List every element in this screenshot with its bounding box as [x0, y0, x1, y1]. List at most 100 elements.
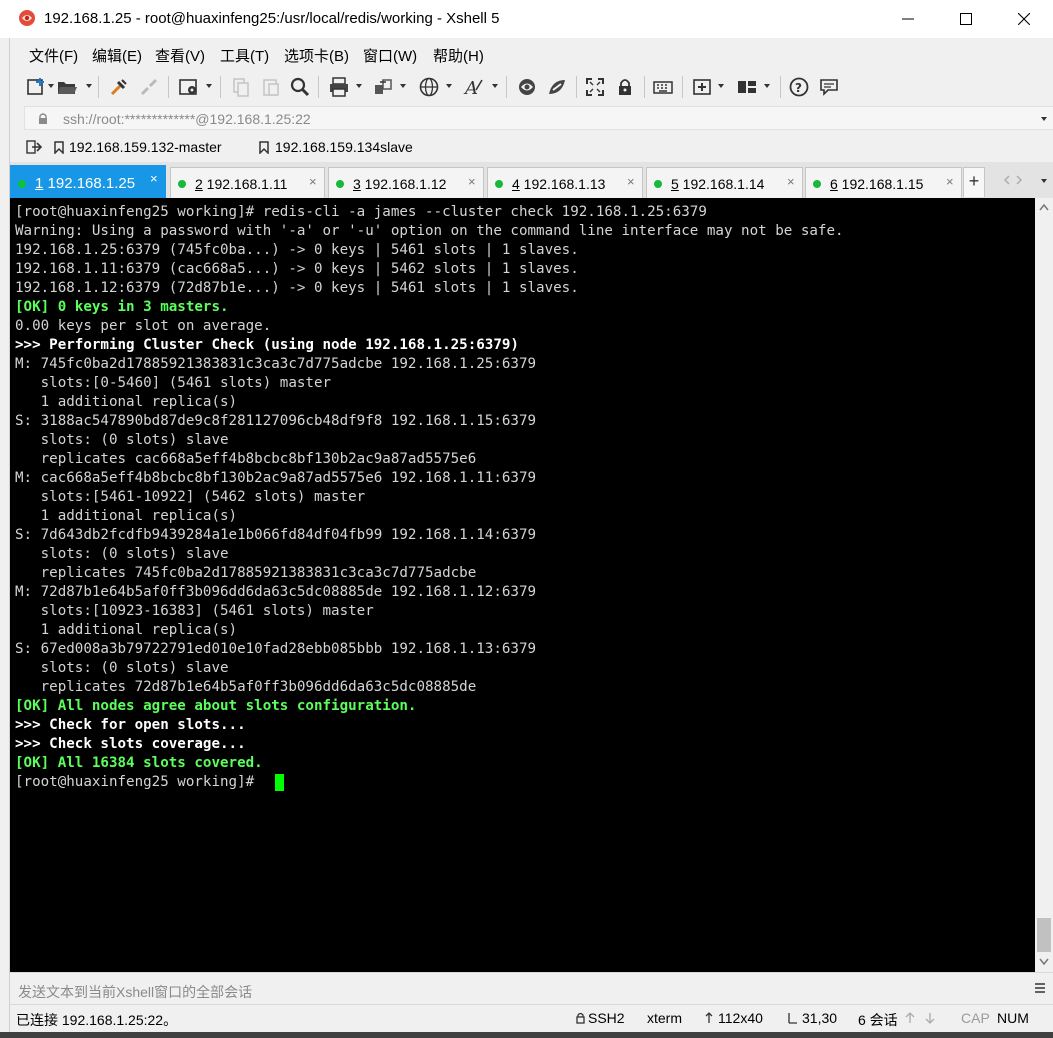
links-bar: 192.168.159.132-master 192.168.159.134sl…	[10, 132, 1053, 162]
terminal-line: S: 67ed008a3b79722791ed010e10fad28ebb085…	[15, 641, 537, 657]
disconnect-icon[interactable]	[138, 76, 160, 98]
tab-session-2[interactable]: 2 192.168.1.11 ×	[170, 167, 325, 198]
terminal-line: [root@huaxinfeng25 working]# redis-cli -…	[15, 204, 707, 220]
terminal-line: M: 745fc0ba2d17885921383831c3ca3c7d775ad…	[15, 356, 537, 372]
links-arrow-icon[interactable]	[26, 140, 42, 154]
terminal-line: [OK] All 16384 slots covered.	[15, 755, 263, 771]
font-icon[interactable]: A	[462, 76, 484, 98]
compose-bar: 发送文本到当前Xshell窗口的全部会话	[10, 972, 1053, 1004]
connected-dot-icon	[336, 180, 344, 188]
tab-close-icon[interactable]: ×	[309, 174, 317, 189]
terminal-line: Warning: Using a password with '-a' or '…	[15, 223, 844, 239]
maximize-button[interactable]	[937, 0, 995, 38]
tab-session-1[interactable]: 1 192.168.1.25 ×	[10, 165, 166, 198]
connect-icon[interactable]	[108, 76, 130, 98]
tab-label: 192.168.1.15	[837, 176, 924, 192]
scroll-down-arrow-icon[interactable]	[1039, 958, 1049, 965]
compose-placeholder: 发送文本到当前Xshell窗口的全部会话	[18, 984, 253, 1000]
menu-file[interactable]: 文件(F)	[29, 45, 78, 66]
terminal-line: slots:[5461-10922] (5462 slots) master	[15, 489, 366, 505]
terminal-line: [OK] 0 keys in 3 masters.	[15, 299, 229, 315]
close-window-button[interactable]	[995, 0, 1053, 38]
tab-label: 192.168.1.11	[202, 176, 288, 192]
link-master[interactable]: 192.168.159.132-master	[69, 139, 222, 155]
menu-help[interactable]: 帮助(H)	[433, 45, 484, 66]
tab-list-dropdown-icon[interactable]	[1041, 179, 1047, 183]
terminal-line: replicates 72d87b1e64b5af0ff3b096dd6da63…	[15, 679, 477, 695]
link-slave[interactable]: 192.168.159.134slave	[275, 139, 413, 155]
bookmark-icon	[259, 141, 269, 154]
compose-menu-icon[interactable]	[1034, 983, 1046, 993]
lock-icon[interactable]	[614, 76, 636, 98]
paste-icon[interactable]	[260, 76, 282, 98]
tab-scroll-arrows-icon[interactable]	[1003, 175, 1027, 185]
tab-session-4[interactable]: 4 192.168.1.13 ×	[487, 167, 643, 198]
status-bar: 已连接 192.168.1.25:22。 SSH2 xterm 112x40 3…	[10, 1004, 1053, 1032]
xmanager-icon[interactable]	[546, 76, 568, 98]
tab-label: 192.168.1.14	[678, 176, 765, 192]
close-icon	[1018, 13, 1030, 25]
tab-session-6[interactable]: 6 192.168.1.15 ×	[805, 167, 962, 198]
scroll-up-arrow-icon[interactable]	[1039, 204, 1049, 211]
maximize-icon	[960, 13, 972, 25]
svg-text:?: ?	[795, 81, 802, 95]
address-dropdown-icon[interactable]	[1041, 117, 1047, 121]
terminal-line: >>> Check slots coverage...	[15, 736, 246, 752]
tab-number: 4	[512, 176, 520, 192]
connected-dot-icon	[813, 180, 821, 188]
xshell-window: 192.168.1.25 - root@huaxinfeng25:/usr/lo…	[0, 0, 1053, 1038]
print-icon[interactable]	[328, 76, 350, 98]
transfer-icon[interactable]	[372, 76, 394, 98]
terminal-line: M: 72d87b1e64b5af0ff3b096dd6da63c5dc0888…	[15, 584, 537, 600]
menu-view[interactable]: 查看(V)	[155, 45, 205, 66]
terminal-output[interactable]: [root@huaxinfeng25 working]# redis-cli -…	[10, 198, 1035, 972]
compose-icon[interactable]	[692, 76, 714, 98]
scroll-thumb[interactable]	[1037, 918, 1051, 952]
tab-label: 192.168.1.25	[43, 175, 136, 192]
menu-bar: 文件(F) 编辑(E) 查看(V) 工具(T) 选项卡(B) 窗口(W) 帮助(…	[10, 38, 1053, 70]
terminal-line: 1 additional replica(s)	[15, 622, 238, 638]
new-session-icon[interactable]	[26, 76, 48, 98]
tab-close-icon[interactable]: ×	[627, 174, 635, 189]
tab-close-icon[interactable]: ×	[468, 174, 476, 189]
fullscreen-icon[interactable]	[584, 76, 606, 98]
connection-status: 已连接 192.168.1.25:22。	[16, 1012, 178, 1028]
menu-tools[interactable]: 工具(T)	[220, 45, 269, 66]
tab-close-icon[interactable]: ×	[150, 171, 158, 186]
help-icon[interactable]: ?	[788, 76, 810, 98]
tab-close-icon[interactable]: ×	[787, 174, 795, 189]
tab-number: 2	[195, 176, 203, 192]
svg-text:A: A	[463, 78, 478, 98]
properties-icon[interactable]	[178, 76, 200, 98]
tab-session-5[interactable]: 5 192.168.1.14 ×	[646, 167, 803, 198]
copy-icon[interactable]	[230, 76, 252, 98]
find-icon[interactable]	[289, 76, 311, 98]
new-tab-button[interactable]: +	[963, 167, 985, 197]
menu-edit[interactable]: 编辑(E)	[92, 45, 142, 66]
terminal-scrollbar[interactable]	[1035, 198, 1053, 972]
connected-dot-icon	[18, 180, 26, 188]
keyboard-icon[interactable]	[652, 76, 674, 98]
terminal-line: M: cac668a5eff4b8bcbc8bf130b2ac9a87ad557…	[15, 470, 537, 486]
terminal-line: replicates cac668a5eff4b8bcbc8bf130b2ac9…	[15, 451, 477, 467]
globe-icon[interactable]	[418, 76, 440, 98]
tab-bar: 1 192.168.1.25 × 2 192.168.1.11 × 3 192.…	[10, 162, 1053, 198]
layout-icon[interactable]	[736, 76, 758, 98]
terminal-cursor	[275, 774, 284, 791]
xshell-app-icon	[19, 10, 35, 26]
address-field[interactable]: ssh://root:*************@192.168.1.25:22	[24, 106, 1053, 130]
resize-icon	[705, 1012, 713, 1023]
chat-icon[interactable]	[818, 76, 840, 98]
tab-close-icon[interactable]: ×	[946, 174, 954, 189]
menu-window[interactable]: 窗口(W)	[363, 45, 417, 66]
terminal-line: 0.00 keys per slot on average.	[15, 318, 272, 334]
terminal-line: slots:[0-5460] (5461 slots) master	[15, 375, 332, 391]
window-title: 192.168.1.25 - root@huaxinfeng25:/usr/lo…	[44, 10, 500, 27]
terminal-line: 1 additional replica(s)	[15, 508, 238, 524]
menu-tabs[interactable]: 选项卡(B)	[284, 45, 349, 66]
open-folder-icon[interactable]	[56, 76, 78, 98]
compose-input[interactable]: 发送文本到当前Xshell窗口的全部会话	[10, 975, 1030, 1003]
xftp-icon[interactable]	[516, 76, 538, 98]
minimize-button[interactable]	[879, 0, 937, 38]
tab-session-3[interactable]: 3 192.168.1.12 ×	[328, 167, 484, 198]
